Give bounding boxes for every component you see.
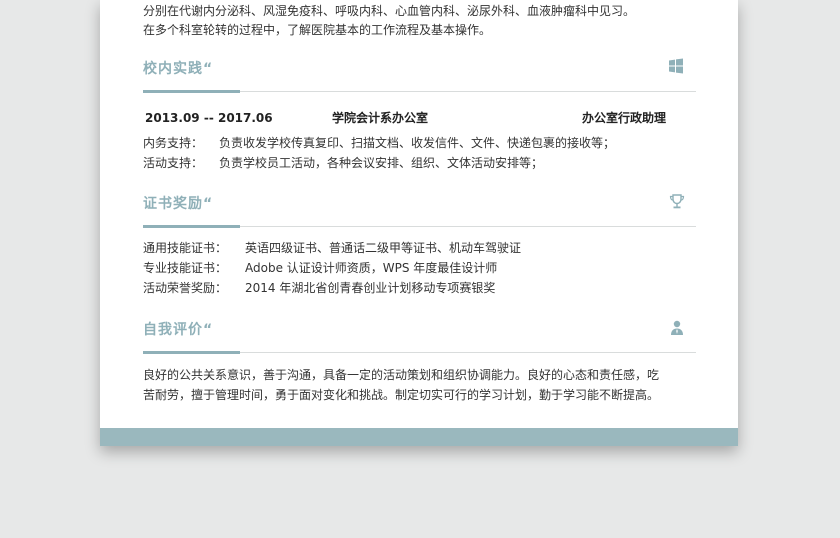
item-value: 负责学校员工活动，各种会议安排、组织、文体活动安排等； [219, 156, 544, 170]
resume-page: 分别在代谢内分泌科、风湿免疫科、呼吸内科、心血管内科、泌尿外科、血液肿瘤科中见习… [100, 0, 738, 446]
section-title: 校内实践“ [143, 58, 213, 78]
section-title-text: 证书奖励 [143, 196, 203, 212]
section-accent-bar [143, 225, 240, 228]
practice-org: 学院会计系办公室 [332, 111, 429, 125]
section-practice-header: 校内实践“ [143, 58, 696, 93]
practice-job-line: 2013.09 -- 2017.06 学院会计系办公室 办公室行政助理 [143, 108, 696, 128]
intro-line-2: 在多个科室轮转的过程中，了解医院基本的工作流程及基本操作。 [143, 23, 492, 37]
item-label: 专业技能证书： [143, 261, 228, 275]
section-accent-bar [143, 90, 240, 93]
item-value: 负责收发学校传真复印、扫描文档、收发信件、文件、快递包裹的接收等； [219, 136, 616, 150]
section-title-text: 校内实践 [143, 61, 203, 77]
section-certificates-header: 证书奖励“ [143, 193, 696, 228]
footer-color-band [100, 428, 738, 446]
item-value: Adobe 认证设计师资质，WPS 年度最佳设计师 [245, 261, 498, 275]
item-label: 通用技能证书： [143, 241, 228, 255]
item-value: 2014 年湖北省创青春创业计划移动专项赛银奖 [245, 281, 496, 295]
person-icon [668, 319, 686, 337]
evaluation-line-2: 苦耐劳，擅于管理时间，勇于面对变化和挑战。制定切实可行的学习计划，勤于学习能不断… [143, 388, 660, 402]
evaluation-line-1: 良好的公共关系意识，善于沟通，具备一定的活动策划和组织协调能力。良好的心态和责任… [143, 368, 660, 382]
section-title-text: 自我评价 [143, 322, 203, 338]
section-accent-bar [143, 351, 240, 354]
item-value: 英语四级证书、普通话二级甲等证书、机动车驾驶证 [245, 241, 522, 255]
trophy-icon [668, 193, 686, 211]
section-title: 证书奖励“ [143, 193, 213, 213]
item-label: 活动支持： [143, 156, 204, 170]
practice-role: 办公室行政助理 [582, 111, 667, 125]
section-title: 自我评价“ [143, 319, 213, 339]
intro-line-1: 分别在代谢内分泌科、风湿免疫科、呼吸内科、心血管内科、泌尿外科、血液肿瘤科中见习… [143, 4, 636, 18]
item-label: 活动荣誉奖励： [143, 281, 228, 295]
section-title-quote: “ [203, 196, 214, 212]
section-title-quote: “ [203, 322, 214, 338]
windows-icon [668, 58, 686, 76]
item-label: 内务支持： [143, 136, 204, 150]
section-evaluation-header: 自我评价“ [143, 319, 696, 354]
section-title-quote: “ [203, 61, 214, 77]
practice-period: 2013.09 -- 2017.06 [145, 111, 273, 125]
